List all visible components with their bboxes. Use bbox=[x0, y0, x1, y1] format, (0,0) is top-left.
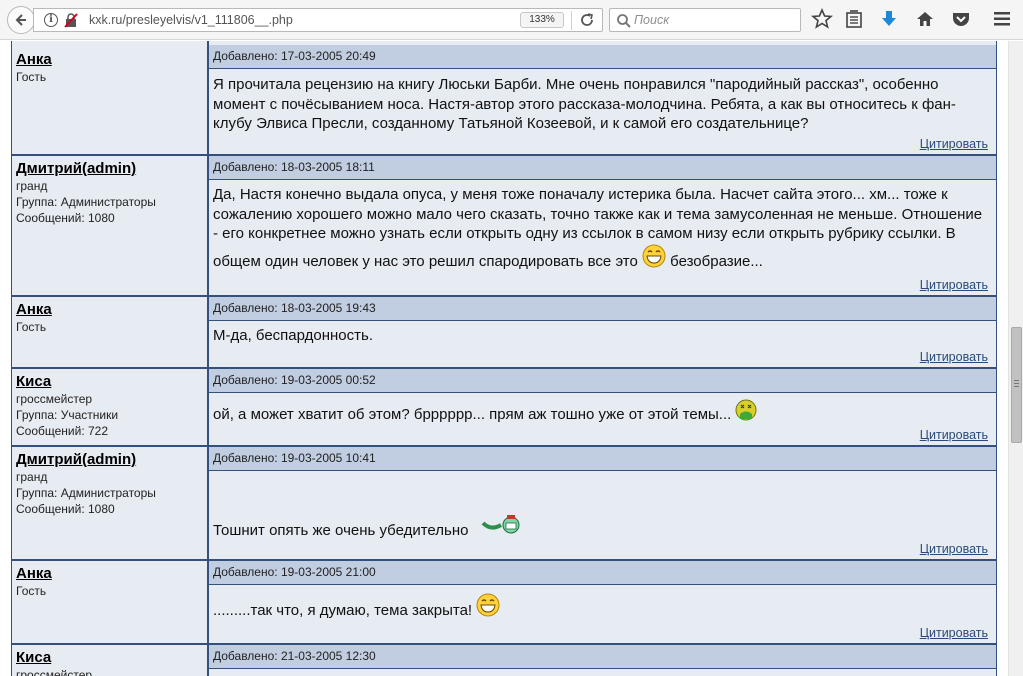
post-date: Добавлено: 19-03-2005 00:52 bbox=[209, 369, 996, 393]
author-group: Группа: Администраторы bbox=[16, 486, 156, 500]
browser-toolbar: i kxk.ru/presleyelvis/v1_111806__.php 13… bbox=[0, 0, 1023, 40]
author-rank: гранд bbox=[16, 470, 48, 484]
sick-smiley-icon bbox=[735, 399, 757, 421]
post-message: Добавлено: 19-03-2005 21:00 .........так… bbox=[209, 561, 997, 643]
arrow-left-icon bbox=[15, 14, 26, 26]
post-text-end: безобразие... bbox=[670, 252, 763, 270]
zoom-indicator[interactable]: 133% bbox=[520, 12, 564, 28]
info-icon[interactable]: i bbox=[44, 13, 58, 27]
author-post-count: Сообщений: 1080 bbox=[16, 502, 115, 516]
hamburger-menu-icon[interactable] bbox=[991, 8, 1013, 30]
author-name-link[interactable]: Анка bbox=[16, 565, 207, 583]
bookmarks-library-icon[interactable] bbox=[843, 8, 865, 30]
post-text: М-да, беспардонность. bbox=[213, 327, 374, 344]
post-date: Добавлено: 19-03-2005 10:41 bbox=[209, 447, 996, 471]
post-message: Добавлено: 18-03-2005 19:43 М-да, беспар… bbox=[209, 297, 997, 367]
author-name-link[interactable]: Киса bbox=[16, 373, 207, 391]
forum-post: Киса гроссмейстер Добавлено: 21-03-2005 … bbox=[11, 645, 997, 676]
forum-post: Киса гроссмейстер Группа: Участники Сооб… bbox=[11, 369, 997, 447]
author-rank: гроссмейстер bbox=[16, 392, 93, 406]
author-rank: гроссмейстер bbox=[16, 668, 93, 676]
post-text: Тошнит опять же очень убедительно bbox=[213, 522, 469, 539]
author-status: Гость bbox=[16, 70, 47, 84]
author-post-count: Сообщений: 1080 bbox=[16, 211, 115, 225]
post-author-panel: Дмитрий(admin) гранд Группа: Администрат… bbox=[11, 447, 209, 559]
search-placeholder: Поиск bbox=[634, 13, 670, 27]
post-date: Добавлено: 21-03-2005 12:30 bbox=[209, 645, 996, 669]
author-name-link[interactable]: Киса bbox=[16, 649, 207, 667]
vertical-scrollbar[interactable] bbox=[1008, 41, 1023, 676]
home-icon[interactable] bbox=[914, 8, 936, 30]
author-rank: гранд bbox=[16, 179, 48, 193]
quote-link[interactable]: Цитировать bbox=[920, 542, 988, 556]
quote-link[interactable]: Цитировать bbox=[920, 137, 988, 151]
author-group: Группа: Участники bbox=[16, 408, 119, 422]
address-bar[interactable]: i kxk.ru/presleyelvis/v1_111806__.php 13… bbox=[33, 8, 603, 32]
post-author-panel: Анка Гость bbox=[11, 41, 209, 154]
quote-link[interactable]: Цитировать bbox=[920, 278, 988, 292]
post-message: Добавлено: 21-03-2005 12:30 bbox=[209, 645, 997, 676]
quote-link[interactable]: Цитировать bbox=[920, 350, 988, 364]
post-text-wrap: .........так что, я думаю, тема закрыта! bbox=[213, 593, 990, 621]
author-status: Гость bbox=[16, 584, 47, 598]
author-name-link[interactable]: Дмитрий(admin) bbox=[16, 451, 207, 469]
forum-post: Анка Гость Добавлено: 18-03-2005 19:43 М… bbox=[11, 297, 997, 369]
post-author-panel: Анка Гость bbox=[11, 561, 209, 643]
post-text: Я прочитала рецензию на книгу Люськи Бар… bbox=[213, 76, 956, 132]
forum-post: Анка Гость Добавлено: 19-03-2005 21:00 .… bbox=[11, 561, 997, 645]
pocket-icon[interactable] bbox=[950, 8, 972, 30]
quote-link[interactable]: Цитировать bbox=[920, 428, 988, 442]
post-text-wrap: ой, а может хватит об этом? брррррр... п… bbox=[213, 399, 990, 425]
author-name-link[interactable]: Анка bbox=[16, 301, 207, 319]
post-message: Добавлено: 17-03-2005 20:49 Я прочитала … bbox=[209, 41, 997, 154]
post-date: Добавлено: 18-03-2005 18:11 bbox=[209, 156, 996, 180]
post-author-panel: Киса гроссмейстер bbox=[11, 645, 209, 676]
post-date: Добавлено: 19-03-2005 21:00 bbox=[209, 561, 996, 585]
search-bar[interactable]: Поиск bbox=[609, 8, 801, 32]
insecure-lock-icon[interactable] bbox=[64, 13, 78, 28]
bookmark-star-icon[interactable] bbox=[811, 8, 833, 30]
search-icon bbox=[617, 14, 631, 28]
post-text-wrap: Тошнит опять же очень убедительно bbox=[213, 513, 990, 541]
post-text: ой, а может хватит об этом? брррррр... п… bbox=[213, 406, 732, 423]
vomiting-smiley-icon bbox=[481, 515, 520, 534]
table-top-border bbox=[11, 41, 997, 44]
scrollbar-thumb[interactable] bbox=[1011, 327, 1022, 443]
url-text[interactable]: kxk.ru/presleyelvis/v1_111806__.php bbox=[89, 13, 293, 27]
quote-link[interactable]: Цитировать bbox=[920, 626, 988, 640]
page-content: Анка Гость Добавлено: 17-03-2005 20:49 Я… bbox=[0, 41, 1008, 676]
post-text: Да, Настя конечно выдала опуса, у меня т… bbox=[213, 186, 983, 270]
forum-post: Анка Гость Добавлено: 17-03-2005 20:49 Я… bbox=[11, 41, 997, 156]
download-icon[interactable] bbox=[878, 8, 900, 30]
post-message: Добавлено: 19-03-2005 10:41 Тошнит опять… bbox=[209, 447, 997, 559]
post-author-panel: Дмитрий(admin) гранд Группа: Администрат… bbox=[11, 156, 209, 295]
laughing-smiley-icon bbox=[476, 593, 500, 617]
reload-icon[interactable] bbox=[579, 12, 595, 28]
post-date: Добавлено: 17-03-2005 20:49 bbox=[209, 45, 996, 69]
post-author-panel: Киса гроссмейстер Группа: Участники Сооб… bbox=[11, 369, 209, 445]
author-status: Гость bbox=[16, 320, 47, 334]
urlbar-separator bbox=[571, 11, 572, 30]
post-date: Добавлено: 18-03-2005 19:43 bbox=[209, 297, 996, 321]
author-post-count: Сообщений: 722 bbox=[16, 424, 109, 438]
author-name-link[interactable]: Дмитрий(admin) bbox=[16, 160, 207, 178]
forum-post: Дмитрий(admin) гранд Группа: Администрат… bbox=[11, 156, 997, 297]
author-group: Группа: Администраторы bbox=[16, 195, 156, 209]
post-message: Добавлено: 18-03-2005 18:11 Да, Настя ко… bbox=[209, 156, 997, 295]
forum-post: Дмитрий(admin) гранд Группа: Администрат… bbox=[11, 447, 997, 561]
post-author-panel: Анка Гость bbox=[11, 297, 209, 367]
post-text-wrap: Да, Настя конечно выдала опуса, у меня т… bbox=[213, 185, 990, 271]
post-message: Добавлено: 19-03-2005 00:52 ой, а может … bbox=[209, 369, 997, 445]
author-name-link[interactable]: Анка bbox=[16, 51, 207, 69]
laughing-smiley-icon bbox=[642, 244, 666, 268]
post-text: .........так что, я думаю, тема закрыта! bbox=[213, 602, 473, 619]
back-button[interactable] bbox=[7, 6, 35, 34]
